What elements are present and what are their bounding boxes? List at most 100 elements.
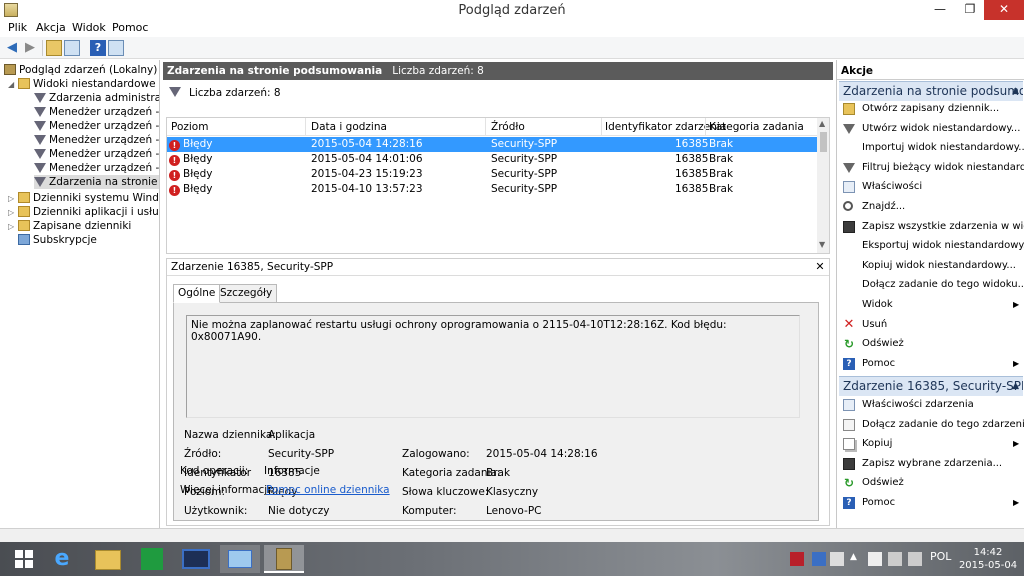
collapse-up-icon[interactable]: ▲ [1012, 82, 1019, 101]
action-item[interactable]: Otwórz zapisany dziennik... [837, 100, 1024, 118]
collapse-up-icon[interactable]: ▲ [1012, 377, 1019, 396]
wifi-icon[interactable] [908, 552, 922, 566]
actions-section-event[interactable]: Zdarzenie 16385, Security-SPP ▲ [839, 376, 1023, 396]
column-header-category[interactable]: Kategoria zadania [709, 121, 804, 135]
menu-view[interactable]: Widok [72, 21, 106, 34]
action-item[interactable]: ? Pomoc ▶ [837, 355, 1024, 373]
tree-item-custom-view-selected[interactable]: Zdarzenia na stronie podsumowania [34, 175, 159, 189]
tree-item-custom-view[interactable]: Menedżer urządzeń - Intel [34, 119, 159, 133]
column-separator[interactable] [705, 118, 706, 136]
tree-item-custom-view[interactable]: Menedżer urządzeń - NVIDIA [34, 161, 159, 175]
minimize-button[interactable]: — [926, 0, 954, 20]
column-header-source[interactable]: Źródło [491, 121, 525, 135]
tree-item-app-logs[interactable]: ▷ Dzienniki aplikacji i usług [8, 205, 159, 220]
tree-item-custom-view[interactable]: Menedżer urządzeń - Intel [34, 105, 159, 119]
action-item[interactable]: Właściwości [837, 178, 1024, 196]
tree-item-custom-view[interactable]: Menedżer urządzeń - Intel [34, 133, 159, 147]
table-row[interactable]: ! Błędy 2015-04-23 15:19:23 Security-SPP … [167, 167, 817, 182]
action-item[interactable]: Importuj widok niestandardowy... [837, 139, 1024, 157]
menu-help[interactable]: Pomoc [112, 21, 148, 34]
action-item[interactable]: ✕ Usuń [837, 316, 1024, 334]
tree-item-custom-view[interactable]: Menedżer urządzeń - Lenovo [34, 147, 159, 161]
action-item[interactable]: Dołącz zadanie do tego widoku... [837, 276, 1024, 294]
show-hide-tree-icon[interactable] [64, 40, 80, 56]
column-header-level[interactable]: Poziom [171, 121, 208, 135]
action-item[interactable]: ↻ Odśwież [837, 335, 1024, 353]
expand-arrow-icon[interactable]: ▷ [8, 206, 18, 220]
cell-date: 2015-05-04 14:28:16 [311, 138, 423, 150]
action-item[interactable]: Filtruj bieżący widok niestandardowy... [837, 159, 1024, 177]
help-icon[interactable]: ? [90, 40, 106, 56]
save-icon [843, 220, 855, 233]
action-item[interactable]: Zapisz wszystkie zdarzenia w widoku... [837, 218, 1024, 236]
maximize-button[interactable]: ❐ [956, 0, 984, 20]
internet-explorer-icon[interactable]: e [42, 545, 82, 573]
action-item[interactable]: Dołącz zadanie do tego zdarzenia... [837, 416, 1024, 434]
action-item[interactable]: Zapisz wybrane zdarzenia... [837, 455, 1024, 473]
antivirus-tray-icon[interactable] [790, 552, 804, 566]
tree-item-saved-logs[interactable]: ▷ Zapisane dzienniki [8, 219, 131, 233]
menu-file[interactable]: Plik [8, 21, 27, 34]
action-item[interactable]: Kopiuj ▶ [837, 435, 1024, 453]
store-icon[interactable] [132, 545, 172, 573]
action-item[interactable]: ? Pomoc ▶ [837, 494, 1024, 512]
help-icon: ? [843, 357, 855, 370]
action-label: Widok [862, 299, 893, 310]
lenovo-app-icon[interactable] [176, 545, 216, 573]
clock[interactable]: 14:42 2015-05-04 [958, 546, 1018, 572]
table-vertical-scrollbar[interactable]: ▲ ▼ [817, 118, 829, 253]
action-item[interactable]: Właściwości zdarzenia [837, 396, 1024, 414]
action-item[interactable]: Utwórz widok niestandardowy... [837, 120, 1024, 138]
scrollbar-thumb[interactable] [820, 132, 827, 152]
file-explorer-icon[interactable] [88, 545, 128, 573]
action-item[interactable]: Widok ▶ [837, 296, 1024, 314]
show-hidden-icons-icon[interactable]: ▲ [850, 552, 864, 566]
column-separator[interactable] [305, 118, 306, 136]
language-indicator[interactable]: POL [930, 550, 951, 566]
show-hide-actions-icon[interactable] [108, 40, 124, 56]
cell-level-text: Błędy [183, 138, 213, 150]
tray-app-icon[interactable] [830, 552, 844, 566]
tree-item-subscriptions[interactable]: Subskrypcje [18, 233, 97, 247]
detail-close-icon[interactable]: ✕ [813, 260, 827, 274]
scroll-up-icon[interactable]: ▲ [819, 119, 825, 128]
tab-general[interactable]: Ogólne [173, 284, 221, 303]
action-item[interactable]: Znajdź... [837, 198, 1024, 216]
tree-item-root[interactable]: Podgląd zdarzeń (Lokalny) [4, 63, 157, 77]
expand-arrow-icon[interactable]: ▷ [8, 192, 18, 206]
cell-level: ! Błędy [169, 152, 213, 167]
close-button[interactable]: ✕ [984, 0, 1024, 20]
tree-item-custom-views[interactable]: ◢ Widoki niestandardowe [8, 77, 156, 91]
collapse-arrow-icon[interactable]: ◢ [8, 78, 18, 92]
tree-item-custom-view[interactable]: Zdarzenia administracyjne [34, 91, 159, 105]
start-button[interactable] [4, 545, 44, 573]
tree-item-windows-logs[interactable]: ▷ Dzienniki systemu Windows [8, 191, 159, 206]
management-console-icon[interactable] [220, 545, 260, 573]
action-item[interactable]: Kopiuj widok niestandardowy... [837, 257, 1024, 275]
event-viewer-taskbar-icon[interactable] [264, 545, 304, 573]
tab-details[interactable]: Szczegóły [215, 284, 278, 303]
table-row[interactable]: ! Błędy 2015-05-04 14:28:16 Security-SPP … [167, 137, 817, 152]
action-center-icon[interactable] [868, 552, 882, 566]
error-icon: ! [169, 140, 180, 151]
menu-action[interactable]: Akcja [36, 21, 66, 34]
folder-icon [18, 220, 30, 231]
table-row[interactable]: ! Błędy 2015-05-04 14:01:06 Security-SPP … [167, 152, 817, 167]
scroll-down-icon[interactable]: ▼ [819, 240, 825, 249]
column-header-date[interactable]: Data i godzina [311, 121, 387, 135]
column-separator[interactable] [485, 118, 486, 136]
event-message-box[interactable]: Nie można zaplanować restartu usługi och… [186, 315, 800, 418]
online-help-link[interactable]: Pomoc online dziennika [266, 484, 390, 496]
back-arrow-icon[interactable]: ◀ [4, 40, 20, 56]
expand-arrow-icon[interactable]: ▷ [8, 220, 18, 234]
action-item[interactable]: Eksportuj widok niestandardowy... [837, 237, 1024, 255]
actions-section-view[interactable]: Zdarzenia na stronie podsumowania▲ [839, 81, 1023, 101]
forward-arrow-icon[interactable]: ▶ [22, 40, 38, 56]
up-folder-icon[interactable] [46, 40, 62, 56]
action-item[interactable]: ↻ Odśwież [837, 474, 1024, 492]
battery-icon[interactable] [888, 552, 902, 566]
network-tray-icon[interactable] [812, 552, 826, 566]
table-row[interactable]: ! Błędy 2015-04-10 13:57:23 Security-SPP … [167, 182, 817, 197]
column-separator[interactable] [601, 118, 602, 136]
events-table: Poziom Data i godzina Źródło Identyfikat… [166, 117, 830, 254]
